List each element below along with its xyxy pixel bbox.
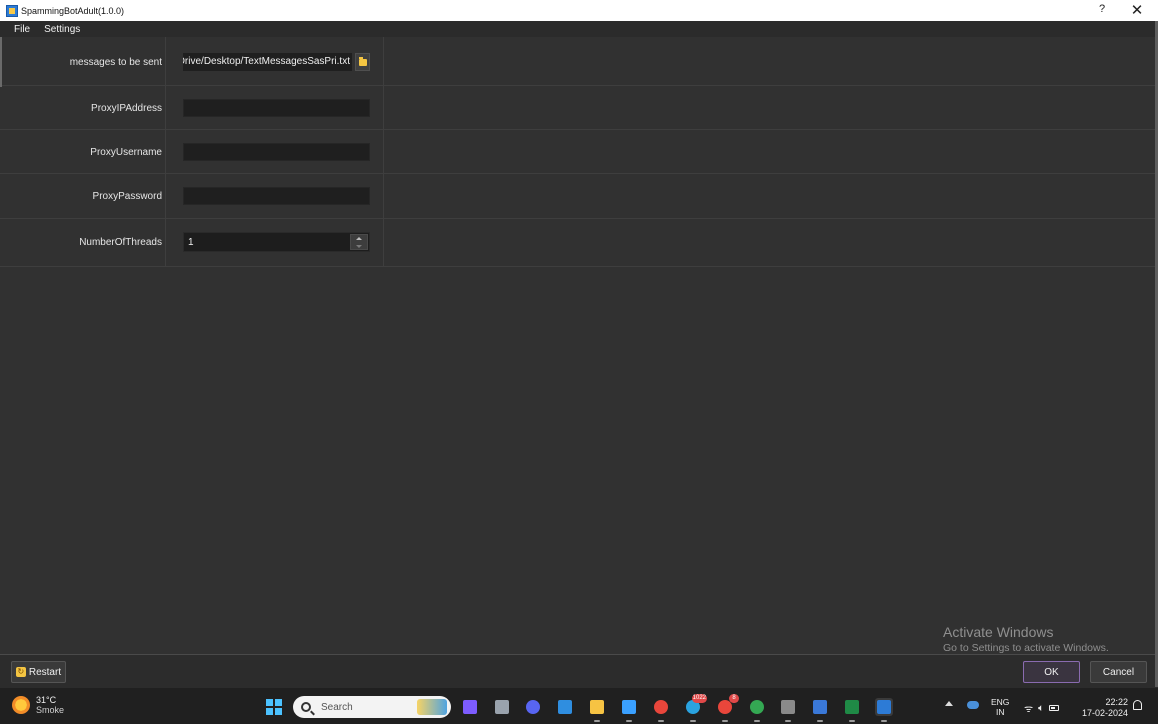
title-bar: SpammingBotAdult(1.0.0) ? ✕ xyxy=(0,0,1158,21)
menu-bar: File Settings xyxy=(0,21,1158,37)
language-code: ENG xyxy=(991,697,1010,707)
clock-time: 22:22 xyxy=(1105,697,1128,707)
taskbar: 31°C Smoke Search 1022 8 ENG IN ᯤ 🔈︎ 22:2… xyxy=(0,687,1158,724)
start-icon[interactable] xyxy=(266,699,282,715)
messages-label: messages to be sent xyxy=(69,57,162,68)
network-tool-icon[interactable] xyxy=(811,698,829,722)
spammingbot-app-icon[interactable] xyxy=(875,698,893,722)
cancel-button[interactable]: Cancel xyxy=(1090,661,1147,683)
region-code: IN xyxy=(995,707,1005,717)
window-title: SpammingBotAdult(1.0.0) xyxy=(21,5,125,16)
chrome-profile-2-icon[interactable] xyxy=(748,698,766,722)
weather-temp: 31°C xyxy=(36,695,57,705)
copilot-icon[interactable] xyxy=(461,698,479,716)
messages-file-input[interactable]: C:/Users/OneDrive/Desktop/TextMessagesSa… xyxy=(183,53,352,71)
proxy-username-input[interactable] xyxy=(183,143,370,161)
window-edge xyxy=(0,37,2,87)
ok-button[interactable]: OK xyxy=(1023,661,1080,683)
tray-overflow-icon[interactable] xyxy=(945,701,953,706)
watermark-title: Activate Windows xyxy=(943,624,1054,640)
store-icon[interactable] xyxy=(556,698,574,716)
row-proxy-password: ProxyPassword xyxy=(0,174,1155,219)
clock-date: 17-02-2024 xyxy=(1081,708,1128,718)
spin-arrows[interactable] xyxy=(350,234,368,250)
clock[interactable]: 22:22 17-02-2024 xyxy=(1080,697,1128,719)
restart-label: Restart xyxy=(28,666,62,678)
search-highlight-icon xyxy=(417,699,447,715)
proxy-password-input[interactable] xyxy=(183,187,370,205)
row-threads: NumberOfThreads 1 xyxy=(0,219,1155,267)
menu-file[interactable]: File xyxy=(14,24,30,35)
weather-widget[interactable]: 31°C Smoke xyxy=(12,695,64,715)
close-button[interactable]: ✕ xyxy=(1129,1,1145,19)
watermark-subtitle: Go to Settings to activate Windows. xyxy=(943,642,1109,654)
row-messages: messages to be sent C:/Users/OneDrive/De… xyxy=(0,37,1155,86)
meet-icon[interactable] xyxy=(524,698,542,716)
dev-tool-icon[interactable] xyxy=(779,698,797,722)
button-strip: ↻ Restart OK Cancel xyxy=(0,654,1155,687)
onedrive-icon[interactable] xyxy=(967,701,979,709)
spin-up-icon[interactable] xyxy=(356,237,362,240)
app-icon xyxy=(6,4,18,17)
wifi-icon: ᯤ xyxy=(1024,704,1034,715)
proxy-password-label: ProxyPassword xyxy=(92,191,162,202)
menu-settings[interactable]: Settings xyxy=(44,24,80,35)
weather-condition: Smoke xyxy=(36,705,65,715)
proxy-ip-input[interactable] xyxy=(183,99,370,117)
search-icon xyxy=(301,702,311,712)
row-proxy-ip: ProxyIPAddress xyxy=(0,86,1155,130)
restart-icon: ↻ xyxy=(15,667,26,677)
excel-icon[interactable] xyxy=(843,698,861,722)
notepad-icon[interactable] xyxy=(620,698,638,722)
volume-icon: 🔈︎ xyxy=(1038,702,1045,714)
notification-badge: 1022 xyxy=(691,694,707,703)
threads-value: 1 xyxy=(188,237,194,248)
task-view-icon[interactable] xyxy=(493,698,511,716)
telegram-icon[interactable]: 1022 xyxy=(684,694,707,722)
settings-panel: messages to be sent C:/Users/OneDrive/De… xyxy=(0,37,1155,687)
help-button[interactable]: ? xyxy=(1095,3,1109,15)
taskbar-search[interactable]: Search xyxy=(293,696,451,718)
chrome-icon[interactable] xyxy=(652,698,670,722)
file-explorer-icon[interactable] xyxy=(588,698,606,722)
threads-spinbox[interactable]: 1 xyxy=(183,232,370,252)
browse-file-button[interactable] xyxy=(355,53,370,71)
notification-badge: 8 xyxy=(729,694,739,703)
weather-icon xyxy=(12,696,30,714)
chrome-profile-icon[interactable]: 8 xyxy=(716,694,739,722)
proxy-ip-label: ProxyIPAddress xyxy=(91,103,162,114)
restart-button[interactable]: ↻ Restart xyxy=(11,661,66,683)
system-tray[interactable]: ᯤ 🔈︎ xyxy=(1024,701,1060,715)
threads-label: NumberOfThreads xyxy=(79,237,162,248)
folder-icon xyxy=(358,56,367,66)
proxy-username-label: ProxyUsername xyxy=(90,147,162,158)
language-indicator[interactable]: ENG IN xyxy=(991,697,1009,717)
notifications-icon[interactable] xyxy=(1133,700,1142,710)
activation-watermark: Activate Windows Go to Settings to activ… xyxy=(943,624,1109,654)
battery-icon xyxy=(1049,705,1060,711)
row-proxy-username: ProxyUsername xyxy=(0,130,1155,174)
spin-down-icon[interactable] xyxy=(356,245,362,248)
search-placeholder: Search xyxy=(321,701,353,713)
